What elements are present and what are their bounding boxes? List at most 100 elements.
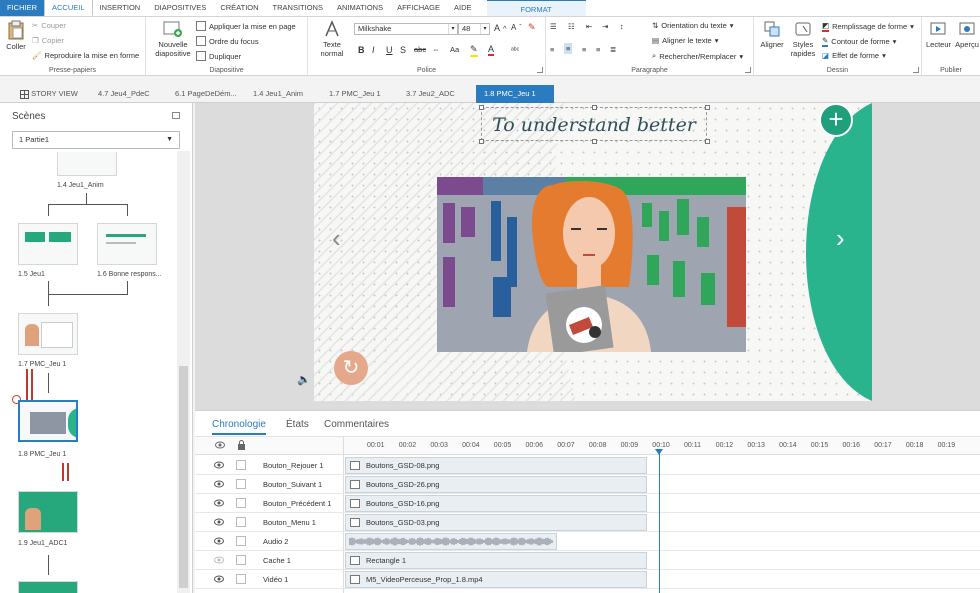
timeline-bar[interactable]: Boutons_GSD-03.png <box>345 514 647 531</box>
tab-story-view[interactable]: STORY VIEW <box>20 85 78 103</box>
decrease-indent-button[interactable]: ⇤ <box>586 22 592 31</box>
resize-handle[interactable] <box>705 139 710 144</box>
slide-thumbnail[interactable] <box>97 223 157 265</box>
timeline-row[interactable]: Audio 2 <box>195 532 980 551</box>
timeline-bar[interactable]: M5_VideoPerceuse_Prop_1.8.mp4 <box>345 571 647 588</box>
slide-thumbnail[interactable] <box>57 152 117 176</box>
lock-toggle[interactable] <box>236 555 246 565</box>
paragraph-dialog-launcher[interactable] <box>745 67 751 73</box>
audio-waveform-bar[interactable] <box>345 533 557 550</box>
tab-accueil[interactable]: ACCUEIL <box>44 0 93 16</box>
shape-fill-button[interactable]: ◩ Remplissage de forme ▾ <box>822 21 914 32</box>
layer-name[interactable]: Bouton_Menu 1 <box>263 518 316 527</box>
copy-button[interactable]: ❐ Copier <box>32 36 64 45</box>
bold-button[interactable]: B <box>358 45 365 55</box>
timeline-row[interactable]: Bouton_Rejouer 1 Boutons_GSD-08.png <box>195 456 980 475</box>
bullets-button[interactable]: ☰ <box>550 22 557 31</box>
change-case-button[interactable]: Aa <box>450 45 459 54</box>
slide[interactable]: + ‹ › ↻ To understand better <box>314 103 872 401</box>
shape-outline-button[interactable]: ✎ Contour de forme ▾ <box>822 36 896 47</box>
duplicate-button[interactable]: Dupliquer <box>196 51 241 61</box>
tab-commentaires[interactable]: Commentaires <box>324 419 389 430</box>
clear-format-icon[interactable]: ✎ <box>528 22 536 33</box>
shape-effect-button[interactable]: ◪ Effet de forme ▾ <box>822 51 886 60</box>
scene-select[interactable]: 1 Partie1 ▼ <box>12 131 180 149</box>
next-arrow-icon[interactable]: › <box>836 223 845 254</box>
eye-icon[interactable] <box>214 518 224 526</box>
focus-order-button[interactable]: Ordre du focus <box>196 36 259 46</box>
underline-button[interactable]: U <box>386 45 393 55</box>
timeline-bar[interactable]: Rectangle 1 <box>345 552 647 569</box>
font-size-select[interactable]: 48 ▾ <box>458 23 490 35</box>
align-center-button[interactable]: ≡ <box>564 43 573 54</box>
new-slide-button[interactable]: Nouvelle diapositive <box>152 20 194 58</box>
tab-etats[interactable]: États <box>286 419 309 430</box>
quick-styles-button[interactable]: Styles rapides <box>788 20 818 58</box>
slide-thumbnail[interactable] <box>18 223 78 265</box>
layer-name[interactable]: Vidéo 1 <box>263 575 288 584</box>
eye-icon[interactable] <box>214 537 224 545</box>
lock-toggle[interactable] <box>236 460 246 470</box>
text-orientation-button[interactable]: ⇅ Orientation du texte ▾ <box>652 21 734 30</box>
tab-scene[interactable]: 4.7 Jeu4_PdeC <box>98 85 150 103</box>
resize-handle[interactable] <box>592 105 597 110</box>
add-icon[interactable]: + <box>819 103 853 137</box>
align-text-button[interactable]: ▤ Aligner le texte ▾ <box>652 36 718 45</box>
tab-animations[interactable]: ANIMATIONS <box>330 0 390 16</box>
timeline-row[interactable]: Bouton_Précédent 1 Boutons_GSD-16.png <box>195 494 980 513</box>
line-spacing-button[interactable]: ↕ <box>620 22 624 31</box>
tab-scene[interactable]: 1.7 PMC_Jeu 1 <box>329 85 381 103</box>
shrink-font-button[interactable]: Aˇ <box>511 23 522 32</box>
cut-button[interactable]: ✂ Couper <box>32 21 66 30</box>
player-button[interactable]: Lecteur <box>926 20 951 49</box>
timeline-row[interactable]: Cache 1 Rectangle 1 <box>195 551 980 570</box>
resize-handle[interactable] <box>592 139 597 144</box>
font-color-button[interactable]: A <box>488 44 495 56</box>
scenes-scrollbar[interactable] <box>177 151 190 593</box>
collapse-panel-icon[interactable] <box>172 112 180 119</box>
tab-affichage[interactable]: AFFICHAGE <box>390 0 447 16</box>
eye-icon[interactable] <box>214 499 224 507</box>
layer-name[interactable]: Bouton_Suivant 1 <box>263 480 322 489</box>
slide-thumbnail[interactable] <box>18 581 78 593</box>
numbering-button[interactable]: ☷ <box>568 22 575 31</box>
lock-toggle[interactable] <box>236 517 246 527</box>
distribute-button[interactable]: ≣ <box>610 45 616 54</box>
resize-handle[interactable] <box>479 105 484 110</box>
italic-button[interactable]: I <box>372 45 375 55</box>
eye-icon[interactable] <box>214 556 224 564</box>
tab-scene-active[interactable]: 1.8 PMC_Jeu 1 <box>476 85 554 103</box>
font-family-select[interactable]: Milkshake ▾ <box>354 23 458 35</box>
format-painter-button[interactable]: 🖌 Reproduire la mise en forme <box>32 51 139 60</box>
timeline-row[interactable]: Vidéo 1 M5_VideoPerceuse_Prop_1.8.mp4 <box>195 570 980 589</box>
replay-icon[interactable]: ↻ <box>334 351 368 385</box>
shadow-button[interactable]: S <box>400 45 406 55</box>
align-left-button[interactable]: ≡ <box>550 45 554 54</box>
preview-button[interactable]: Aperçu <box>954 20 980 49</box>
lock-toggle[interactable] <box>236 574 246 584</box>
layer-name[interactable]: Bouton_Précédent 1 <box>263 499 331 508</box>
strikethrough-button[interactable]: abc <box>414 45 426 54</box>
timeline-row[interactable]: Bouton_Suivant 1 Boutons_GSD-26.png <box>195 475 980 494</box>
slide-thumbnail-selected[interactable] <box>18 400 78 442</box>
resize-handle[interactable] <box>479 139 484 144</box>
tab-fichier[interactable]: FICHIER <box>0 0 44 16</box>
grow-font-button[interactable]: A ^ <box>494 23 507 33</box>
lock-toggle[interactable] <box>236 479 246 489</box>
eye-icon[interactable] <box>214 461 224 469</box>
spell-check-button[interactable]: ᵃᵇᶜ <box>511 45 519 54</box>
tab-creation[interactable]: CRÉATION <box>213 0 265 16</box>
resize-handle[interactable] <box>705 105 710 110</box>
drawing-dialog-launcher[interactable] <box>913 67 919 73</box>
video-frame[interactable] <box>437 177 746 352</box>
eye-icon[interactable] <box>214 480 224 488</box>
find-replace-button[interactable]: ⌕ Rechercher/Remplacer ▾ <box>652 51 743 61</box>
tab-aide[interactable]: AIDE <box>447 0 479 16</box>
tab-scene[interactable]: 6.1 PageDeDém... <box>175 85 237 103</box>
justify-button[interactable]: ≡ <box>596 45 600 54</box>
align-right-button[interactable]: ≡ <box>582 45 586 54</box>
tab-scene[interactable]: 1.4 Jeu1_Anim <box>253 85 303 103</box>
tab-diapositives[interactable]: DIAPOSITIVES <box>147 0 213 16</box>
tab-chronologie[interactable]: Chronologie <box>212 419 266 435</box>
previous-arrow-icon[interactable]: ‹ <box>332 223 341 254</box>
